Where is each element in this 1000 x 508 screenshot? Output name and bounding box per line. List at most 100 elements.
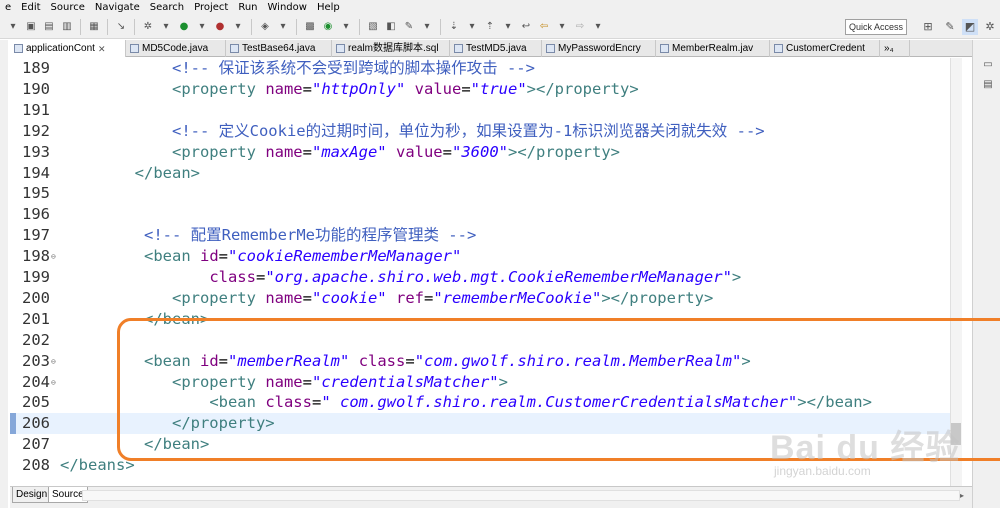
save-all-icon[interactable]: ▤ [42, 20, 56, 34]
minimize-icon[interactable]: ▭ [981, 58, 995, 72]
editor-tab[interactable]: realm数据库脚本.sql [332, 40, 450, 57]
code-token: <bean [144, 247, 200, 266]
dropdown-icon[interactable]: ▾ [231, 20, 245, 34]
file-icon [774, 44, 783, 53]
editor-tab[interactable]: MD5Code.java [126, 40, 226, 57]
dropdown-icon[interactable]: ▾ [591, 20, 605, 34]
fold-toggle-icon[interactable]: ⊖ [51, 351, 56, 372]
line-number: 206 [22, 414, 50, 433]
code-line[interactable]: 190 <property name="httpOnly" value="tru… [10, 79, 950, 100]
line-number: 190 [22, 79, 50, 98]
line-number: 202 [22, 330, 50, 349]
last-edit-icon[interactable]: ↩ [519, 20, 533, 34]
dropdown-icon[interactable]: ▾ [195, 20, 209, 34]
debug-icon[interactable]: ✲ [141, 20, 155, 34]
open-perspective-icon[interactable]: ⊞ [920, 19, 936, 35]
menu-item-run[interactable]: Run [233, 0, 262, 15]
code-line[interactable]: 196 [10, 204, 950, 225]
editor-tab[interactable]: TestBase64.java [226, 40, 332, 57]
menu-item-project[interactable]: Project [189, 0, 233, 15]
code-line[interactable]: 189 <!-- 保证该系统不会受到跨域的脚本操作攻击 --> [10, 58, 950, 79]
java-perspective-icon[interactable]: ◩ [962, 19, 978, 35]
editor-tab[interactable]: MemberRealm.jav [656, 40, 770, 57]
run-icon[interactable]: ● [177, 20, 191, 34]
java-ee-perspective-icon[interactable]: ✎ [942, 19, 958, 35]
save-icon[interactable]: ▣ [24, 20, 38, 34]
dropdown-icon[interactable]: ▾ [339, 20, 353, 34]
file-icon [546, 44, 555, 53]
code-line[interactable]: 191 [10, 100, 950, 121]
dropdown-icon[interactable]: ▾ [555, 20, 569, 34]
code-line[interactable]: 197 <!-- 配置RememberMe功能的程序管理类 --> [10, 225, 950, 246]
code-token: > [731, 268, 742, 286]
fold-toggle-icon[interactable]: ⊖ [51, 246, 56, 267]
watermark-url: jingyan.baidu.com [774, 464, 871, 478]
fold-toggle-icon[interactable]: ⊖ [51, 372, 56, 393]
next-annotation-icon[interactable]: ⇣ [447, 20, 461, 34]
quick-access-input[interactable]: Quick Access [845, 19, 907, 35]
print-icon[interactable]: ▥ [60, 20, 74, 34]
editor-tab[interactable]: »₄ [880, 40, 910, 57]
menu-item-search[interactable]: Search [145, 0, 189, 15]
previous-annotation-icon[interactable]: ⇡ [483, 20, 497, 34]
file-icon [14, 44, 23, 53]
new-icon[interactable]: ▾ [6, 20, 20, 34]
code-token: name [265, 79, 303, 98]
code-token: value [414, 79, 462, 98]
new-class-icon[interactable]: ◉ [321, 20, 335, 34]
outline-icon[interactable]: ▤ [981, 78, 995, 92]
code-token: "3600" [452, 142, 508, 161]
open-type-icon[interactable]: ▧ [366, 20, 380, 34]
code-line[interactable]: 200 <property name="cookie" ref="remembe… [10, 288, 950, 309]
code-token: <property [171, 79, 266, 98]
editor-tab[interactable]: CustomerCredent [770, 40, 880, 57]
code-text: <bean id="cookieRememberMeManager" [60, 246, 461, 267]
open-task-icon[interactable]: ◧ [384, 20, 398, 34]
code-line[interactable]: 195 [10, 183, 950, 204]
code-line[interactable]: 192 <!-- 定义Cookie的过期时间，单位为秒，如果设置为-1标识浏览器… [10, 121, 950, 142]
menu-item-navigate[interactable]: Navigate [90, 0, 145, 15]
new-java-project-icon[interactable]: ◈ [258, 20, 272, 34]
menu-item-source[interactable]: Source [46, 0, 90, 15]
editor-tab[interactable]: applicationCont ✕ [10, 40, 126, 57]
line-number: 196 [22, 205, 50, 224]
code-token: class [209, 268, 256, 286]
close-icon[interactable]: ✕ [98, 41, 106, 57]
new-package-icon[interactable]: ▩ [303, 20, 317, 34]
dropdown-icon[interactable]: ▾ [276, 20, 290, 34]
menu-item-edit[interactable]: Edit [16, 0, 45, 15]
dropdown-icon[interactable]: ▾ [501, 20, 515, 34]
tab-design[interactable]: Design [12, 487, 52, 503]
code-line[interactable]: 194 </bean> [10, 163, 950, 184]
code-text: <property name="maxAge" value="3600"></p… [60, 142, 620, 163]
editor-tab-label: TestMD5.java [466, 42, 527, 54]
dropdown-icon[interactable]: ▾ [465, 20, 479, 34]
menu-item-help[interactable]: Help [312, 0, 345, 15]
code-token: id [200, 247, 219, 266]
skip-breakpoints-icon[interactable]: ↘ [114, 20, 128, 34]
forward-icon[interactable]: ⇨ [573, 20, 587, 34]
code-line[interactable]: 199 class="org.apache.shiro.web.mgt.Cook… [10, 267, 950, 288]
code-text: <!-- 保证该系统不会受到跨域的脚本操作攻击 --> [60, 58, 535, 79]
debug-perspective-icon[interactable]: ✲ [982, 19, 998, 35]
dropdown-icon[interactable]: ▾ [159, 20, 173, 34]
back-icon[interactable]: ⇦ [537, 20, 551, 34]
external-tools-icon[interactable]: ● [213, 20, 227, 34]
code-token: "cookie" [311, 288, 387, 307]
dropdown-icon[interactable]: ▾ [420, 20, 434, 34]
menu-item-e[interactable]: e [0, 0, 16, 15]
code-token: "cookieRememberMeManager" [228, 247, 462, 266]
editor-tab[interactable]: MyPasswordEncry [542, 40, 656, 57]
console-icon[interactable]: ▦ [87, 20, 101, 34]
code-line[interactable]: 198 ⊖ <bean id="cookieRememberMeManager" [10, 246, 950, 267]
toolbar-separator [80, 18, 81, 35]
code-line[interactable]: 193 <property name="maxAge" value="3600"… [10, 142, 950, 163]
search-icon[interactable]: ✎ [402, 20, 416, 34]
menu-item-window[interactable]: Window [263, 0, 312, 15]
editor-tab-label: applicationCont [26, 42, 95, 54]
editor-tab[interactable]: TestMD5.java [450, 40, 542, 57]
line-number: 193 [22, 142, 50, 161]
